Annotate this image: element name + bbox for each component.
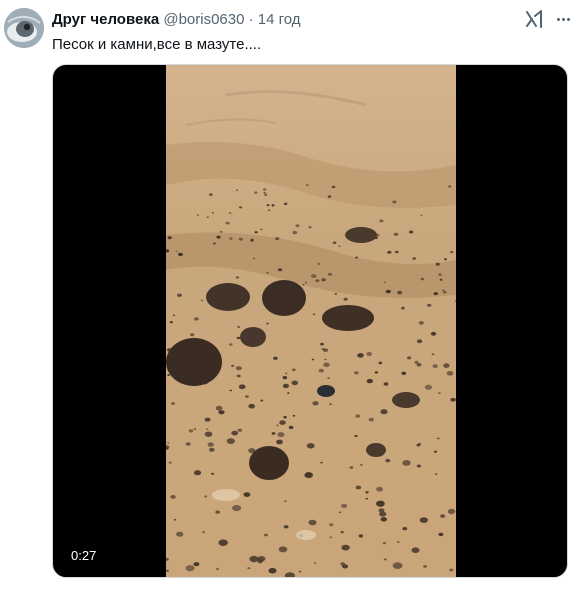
video-frame — [166, 65, 456, 577]
tweet: Друг человека @boris0630 · 14 год Песок … — [0, 0, 578, 590]
more-button[interactable] — [552, 6, 574, 32]
video-duration: 0:27 — [71, 548, 97, 563]
more-icon-dot — [561, 17, 565, 21]
author-name[interactable]: Друг человека — [52, 11, 159, 28]
avatar[interactable] — [4, 8, 44, 48]
more-icon-dot — [566, 17, 570, 21]
tweet-text: Песок и камни,все в мазуте.... — [52, 36, 262, 53]
grok-icon — [526, 10, 542, 28]
header-separator: · — [248, 11, 254, 28]
more-icon — [556, 17, 560, 21]
video-player[interactable]: 0:27 — [52, 64, 568, 578]
author-handle[interactable]: @boris0630 — [163, 11, 244, 28]
tweet-time[interactable]: 14 год — [258, 11, 301, 28]
tweet-header: Друг человека @boris0630 · 14 год — [52, 11, 518, 29]
avatar-image — [4, 8, 44, 48]
grok-button[interactable] — [522, 6, 548, 32]
